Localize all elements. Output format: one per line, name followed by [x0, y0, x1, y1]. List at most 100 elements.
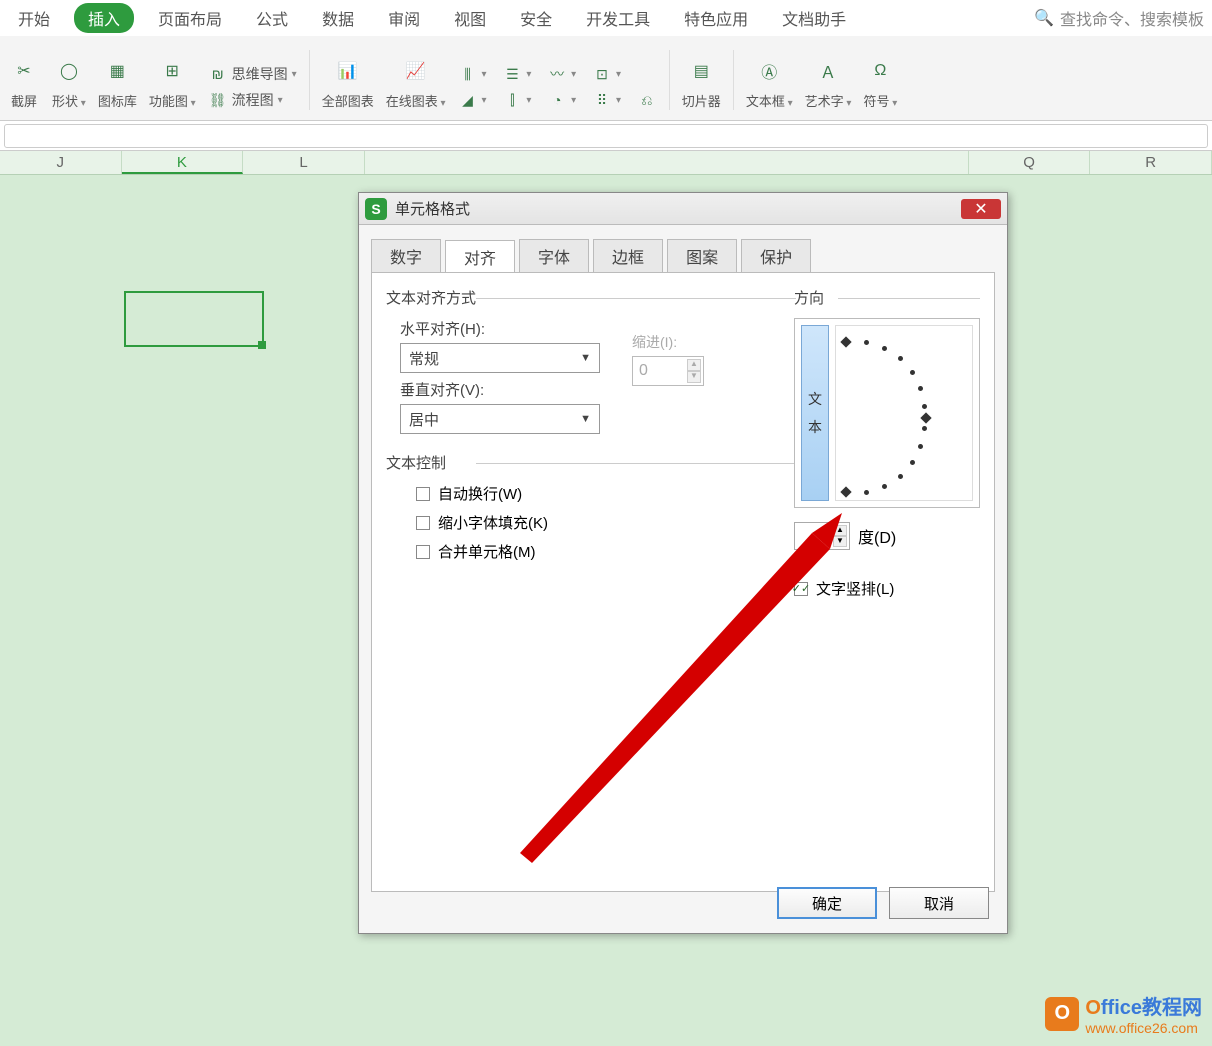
checkbox-checked-icon: ✓ — [794, 582, 808, 596]
degree-spinner[interactable]: ▲ ▼ — [794, 522, 850, 550]
checkbox-icon — [416, 545, 430, 559]
checkbox-shrink[interactable]: 缩小字体填充(K) — [416, 512, 796, 533]
menu-data[interactable]: 数据 — [312, 2, 364, 34]
wrap-label: 自动换行(W) — [438, 483, 522, 504]
v-align-label: 垂直对齐(V): — [400, 379, 796, 400]
mindmap-icon: ₪ — [208, 64, 228, 84]
scissors-icon: ✂ — [8, 55, 40, 87]
cancel-button[interactable]: 取消 — [889, 887, 989, 919]
tool-wordart[interactable]: Ａ 艺术字 ▾ — [805, 55, 852, 110]
tool-flowchart[interactable]: ⛓流程图 ▾ — [208, 90, 297, 110]
col-L[interactable]: L — [243, 151, 365, 174]
ribbon: 开始 插入 页面布局 公式 数据 审阅 视图 安全 开发工具 特色应用 文档助手… — [0, 0, 1212, 121]
checkbox-wrap[interactable]: 自动换行(W) — [416, 483, 796, 504]
v-align-combo[interactable]: 居中 ▼ — [400, 404, 600, 434]
watermark-logo-icon: O — [1045, 997, 1079, 1031]
spinner-down[interactable]: ▼ — [687, 371, 701, 383]
cell-selection[interactable] — [124, 291, 264, 347]
col-R[interactable]: R — [1090, 151, 1212, 174]
ok-button[interactable]: 确定 — [777, 887, 877, 919]
indent-spinner[interactable]: 0 ▲ ▼ — [632, 356, 704, 386]
close-button[interactable]: ✕ — [961, 199, 1001, 219]
caret-icon: ▾ — [844, 98, 852, 109]
spreadsheet[interactable]: J K L Q R — [0, 151, 1212, 175]
line-icon[interactable]: 〰 — [547, 64, 567, 84]
menu-insert[interactable]: 插入 — [74, 3, 134, 33]
dialog-buttons: 确定 取消 — [777, 887, 989, 919]
separator — [669, 50, 670, 110]
tool-screenshot[interactable]: ✂ 截屏 — [8, 55, 40, 110]
watermark-brand: Office教程网 — [1085, 991, 1202, 1020]
tab-font[interactable]: 字体 — [519, 239, 589, 272]
spinner-down[interactable]: ▼ — [833, 536, 847, 547]
chevron-down-icon: ▼ — [580, 413, 591, 425]
menu-special[interactable]: 特色应用 — [674, 2, 758, 34]
checkbox-merge[interactable]: 合并单元格(M) — [416, 541, 796, 562]
search-commands[interactable]: 🔍 查找命令、搜索模板 — [1034, 6, 1204, 30]
tool-onlinecharts[interactable]: 📈 在线图表 ▾ — [386, 55, 446, 110]
annotation-arrow — [512, 513, 842, 873]
formula-bar[interactable] — [4, 124, 1208, 148]
menu-devtools[interactable]: 开发工具 — [576, 2, 660, 34]
spinner-up[interactable]: ▲ — [833, 525, 847, 536]
tab-alignment[interactable]: 对齐 — [445, 240, 515, 273]
separator — [733, 50, 734, 110]
checkbox-vertical-text[interactable]: ✓ 文字竖排(L) — [794, 578, 980, 599]
menu-start[interactable]: 开始 — [8, 2, 60, 34]
tab-border[interactable]: 边框 — [593, 239, 663, 272]
tool-smartart[interactable]: ⊞ 功能图 ▾ — [149, 55, 196, 110]
menu-view[interactable]: 视图 — [444, 2, 496, 34]
tool-flowchart-label: 流程图 — [232, 90, 274, 110]
tab-protect[interactable]: 保护 — [741, 239, 811, 272]
vertical-text-button[interactable]: 文本 — [801, 325, 829, 501]
watermark: O Office教程网 www.office26.com — [1045, 991, 1202, 1036]
tool-slicer: ▤ 切片器 — [682, 55, 721, 110]
col-Q[interactable]: Q — [969, 151, 1091, 174]
menu-formula[interactable]: 公式 — [246, 2, 298, 34]
scatter-icon[interactable]: ⠿ — [592, 90, 612, 110]
h-align-value: 常规 — [409, 348, 439, 369]
menu-review[interactable]: 审阅 — [378, 2, 430, 34]
menu-security[interactable]: 安全 — [510, 2, 562, 34]
chart-icon: 📊 — [332, 55, 364, 87]
col-J[interactable]: J — [0, 151, 122, 174]
tool-allcharts[interactable]: 📊 全部图表 — [322, 55, 374, 110]
pie-icon[interactable]: ◔ — [547, 90, 567, 110]
section-text-align: 文本对齐方式 — [386, 287, 796, 308]
caret-icon: ▾ — [278, 95, 283, 106]
bar-icon[interactable]: ⫼ — [458, 64, 478, 84]
hbar-icon[interactable]: ☰ — [502, 64, 522, 84]
shrink-label: 缩小字体填充(K) — [438, 512, 548, 533]
h-align-combo[interactable]: 常规 ▼ — [400, 343, 600, 373]
orientation-preview[interactable]: 文本 — [794, 318, 980, 508]
tool-mindmap[interactable]: ₪思维导图 ▾ — [208, 64, 297, 84]
menu-layout[interactable]: 页面布局 — [148, 2, 232, 34]
onlinechart-icon: 📈 — [400, 55, 432, 87]
tool-allcharts-label: 全部图表 — [322, 91, 374, 110]
menu-dochelper[interactable]: 文档助手 — [772, 2, 856, 34]
area-icon[interactable]: ◢ — [458, 90, 478, 110]
tool-textbox[interactable]: Ⓐ 文本框 ▾ — [746, 55, 793, 110]
column-headers: J K L Q R — [0, 151, 1212, 175]
dialog-titlebar[interactable]: S 单元格格式 ✕ — [359, 193, 1007, 225]
caret-icon: ▾ — [78, 98, 86, 109]
col-K[interactable]: K — [122, 151, 244, 174]
menu-bar: 开始 插入 页面布局 公式 数据 审阅 视图 安全 开发工具 特色应用 文档助手… — [0, 0, 1212, 36]
col-icon[interactable]: ⫿ — [502, 90, 522, 110]
indent-value: 0 — [639, 362, 648, 380]
separator — [309, 50, 310, 110]
section-text-control: 文本控制 — [386, 452, 796, 473]
tool-shapes[interactable]: ◯ 形状 ▾ — [52, 55, 86, 110]
tool-symbol[interactable]: Ω 符号 ▾ — [863, 55, 897, 110]
stock-icon[interactable]: ⊡ — [592, 64, 612, 84]
tool-screenshot-label: 截屏 — [11, 91, 37, 110]
orientation-label: 方向 — [794, 287, 980, 308]
orientation-arc[interactable] — [835, 325, 973, 501]
tab-pattern[interactable]: 图案 — [667, 239, 737, 272]
combo-icon[interactable]: ⎌ — [637, 90, 657, 110]
tab-number[interactable]: 数字 — [371, 239, 441, 272]
fill-handle[interactable] — [258, 341, 266, 349]
spinner-up[interactable]: ▲ — [687, 359, 701, 371]
tool-iconlib[interactable]: ▦ 图标库 — [98, 55, 137, 110]
search-icon: 🔍 — [1034, 8, 1054, 28]
